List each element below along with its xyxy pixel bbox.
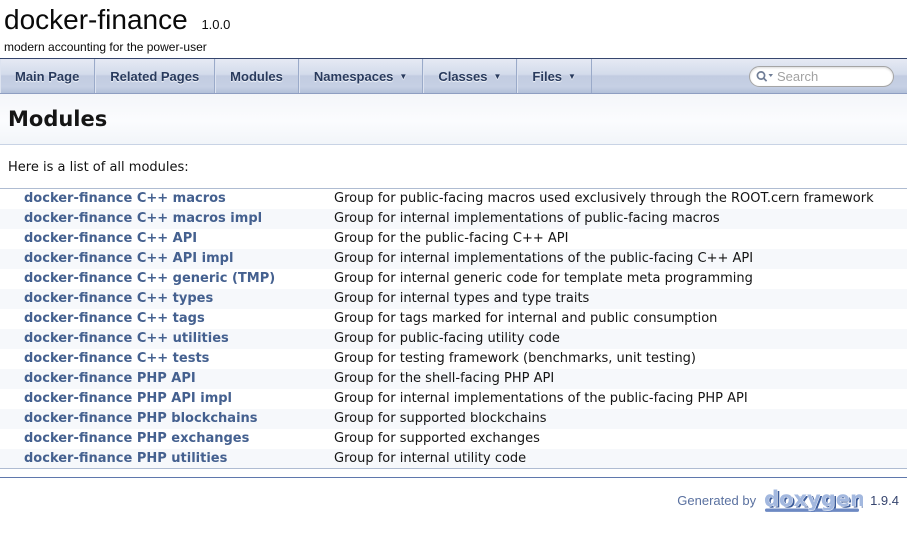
module-name-cell: docker-finance PHP exchanges [0,429,326,449]
search-box[interactable] [749,66,894,87]
module-description: Group for tags marked for internal and p… [326,309,907,329]
module-link[interactable]: docker-finance PHP blockchains [24,411,258,426]
table-row: docker-finance C++ API impl Group for in… [0,249,907,269]
main-nav: Main Page ▼ Related Pages ▼ Modules ▼ Na… [0,58,907,94]
project-name-text: docker-finance [4,4,188,35]
module-name-cell: docker-finance C++ types [0,289,326,309]
chevron-down-icon: ▼ [399,72,407,81]
module-link[interactable]: docker-finance C++ tests [24,351,209,366]
module-description: Group for internal utility code [326,449,907,469]
table-row: docker-finance C++ types Group for inter… [0,289,907,309]
module-name-cell: docker-finance PHP API impl [0,389,326,409]
module-name-cell: docker-finance C++ macros [0,189,326,209]
doxygen-version: 1.9.4 [870,493,899,508]
module-name-cell: docker-finance C++ utilities [0,329,326,349]
modules-table-body: docker-finance C++ macros Group for publ… [0,189,907,469]
table-row: docker-finance PHP API Group for the she… [0,369,907,389]
module-name-cell: docker-finance C++ tags [0,309,326,329]
doxygen-logo-text: doxygen [764,487,863,511]
module-description: Group for supported exchanges [326,429,907,449]
generated-by-text: Generated by [677,493,756,508]
nav-tabs: Main Page ▼ Related Pages ▼ Modules ▼ Na… [0,59,592,93]
table-row: docker-finance C++ tags Group for tags m… [0,309,907,329]
module-description: Group for internal generic code for temp… [326,269,907,289]
nav-tab-label: Modules [230,69,283,84]
nav-tab[interactable]: Modules ▼ [215,59,299,93]
table-row: docker-finance C++ macros Group for publ… [0,189,907,209]
module-link[interactable]: docker-finance C++ tags [24,311,205,326]
project-brief: modern accounting for the power-user [4,40,907,55]
title-area: docker-finance 1.0.0 modern accounting f… [0,0,907,58]
module-name-cell: docker-finance C++ API impl [0,249,326,269]
module-description: Group for internal implementations of th… [326,249,907,269]
table-row: docker-finance C++ tests Group for testi… [0,349,907,369]
module-link[interactable]: docker-finance PHP API impl [24,391,232,406]
module-link[interactable]: docker-finance C++ macros impl [24,211,262,226]
intro-text: Here is a list of all modules: [8,160,907,175]
table-row: docker-finance C++ macros impl Group for… [0,209,907,229]
search-input[interactable] [775,68,885,85]
modules-table: docker-finance C++ macros Group for publ… [0,188,907,469]
nav-tab[interactable]: Classes ▼ [423,59,517,93]
nav-tab[interactable]: Related Pages ▼ [95,59,215,93]
module-description: Group for internal implementations of th… [326,389,907,409]
module-name-cell: docker-finance C++ generic (TMP) [0,269,326,289]
module-link[interactable]: docker-finance C++ API [24,231,197,246]
module-description: Group for internal types and type traits [326,289,907,309]
module-description: Group for public-facing utility code [326,329,907,349]
page-title: Modules [8,107,907,131]
table-row: docker-finance C++ API Group for the pub… [0,229,907,249]
module-link[interactable]: docker-finance PHP exchanges [24,431,249,446]
module-link[interactable]: docker-finance C++ macros [24,191,226,206]
module-name-cell: docker-finance C++ macros impl [0,209,326,229]
project-name: docker-finance 1.0.0 [4,5,907,40]
module-description: Group for the public-facing C++ API [326,229,907,249]
module-link[interactable]: docker-finance C++ API impl [24,251,233,266]
module-link[interactable]: docker-finance C++ types [24,291,213,306]
module-description: Group for internal implementations of pu… [326,209,907,229]
nav-tab[interactable]: Files ▼ [517,59,592,93]
nav-tab-label: Main Page [15,69,79,84]
module-link[interactable]: docker-finance PHP API [24,371,196,386]
chevron-down-icon: ▼ [493,72,501,81]
module-description: Group for public-facing macros used excl… [326,189,907,209]
footer: Generated by doxygen doxygen 1.9.4 [0,478,907,514]
module-description: Group for testing framework (benchmarks,… [326,349,907,369]
table-row: docker-finance PHP exchanges Group for s… [0,429,907,449]
nav-tab-label: Classes [438,69,487,84]
nav-tab-label: Files [532,69,562,84]
nav-tab-label: Namespaces [314,69,394,84]
table-row: docker-finance PHP utilities Group for i… [0,449,907,469]
page-header: Modules [0,94,907,145]
module-link[interactable]: docker-finance PHP utilities [24,451,227,466]
module-description: Group for the shell-facing PHP API [326,369,907,389]
module-link[interactable]: docker-finance C++ utilities [24,331,229,346]
search-icon[interactable] [756,70,775,83]
contents: Here is a list of all modules: docker-fi… [0,145,907,469]
nav-tab[interactable]: Main Page ▼ [0,59,95,93]
search-area [749,59,907,93]
table-row: docker-finance C++ utilities Group for p… [0,329,907,349]
nav-tab[interactable]: Namespaces ▼ [299,59,423,93]
module-description: Group for supported blockchains [326,409,907,429]
nav-tab-label: Related Pages [110,69,199,84]
module-link[interactable]: docker-finance C++ generic (TMP) [24,271,275,286]
module-name-cell: docker-finance C++ tests [0,349,326,369]
project-version: 1.0.0 [201,17,230,32]
module-name-cell: docker-finance PHP blockchains [0,409,326,429]
table-row: docker-finance PHP blockchains Group for… [0,409,907,429]
doxygen-logo[interactable]: doxygen doxygen [763,487,863,514]
module-name-cell: docker-finance PHP API [0,369,326,389]
chevron-down-icon: ▼ [568,72,576,81]
module-name-cell: docker-finance PHP utilities [0,449,326,469]
table-row: docker-finance PHP API impl Group for in… [0,389,907,409]
table-row: docker-finance C++ generic (TMP) Group f… [0,269,907,289]
module-name-cell: docker-finance C++ API [0,229,326,249]
